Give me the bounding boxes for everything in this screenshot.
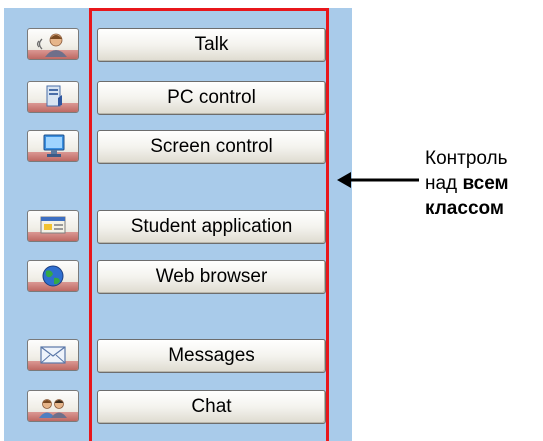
- web-browser-button-label: Web browser: [155, 266, 268, 287]
- pc-control-icon[interactable]: [27, 81, 79, 113]
- chat-button-label: Chat: [191, 396, 232, 417]
- annotation-line-2: над всем: [425, 171, 509, 196]
- annotation-line-2-bold: всем: [462, 173, 509, 194]
- talk-button[interactable]: Talk: [97, 28, 326, 62]
- annotation-line-2-prefix: над: [425, 173, 458, 194]
- annotation-line-3: классом: [425, 196, 509, 221]
- student-application-button-label: Student application: [130, 216, 293, 237]
- chat-button[interactable]: Chat: [97, 390, 326, 424]
- student-application-icon[interactable]: [27, 210, 79, 242]
- web-browser-button[interactable]: Web browser: [97, 260, 326, 294]
- messages-icon[interactable]: [27, 339, 79, 371]
- annotation-line-1: Контроль: [425, 148, 508, 169]
- student-application-button[interactable]: Student application: [97, 210, 326, 244]
- screen-control-icon[interactable]: [27, 130, 79, 162]
- pc-control-button-label: PC control: [167, 87, 256, 108]
- messages-button-label: Messages: [168, 345, 255, 366]
- screen-control-button[interactable]: Screen control: [97, 130, 326, 164]
- screenshot: Talk PC control Screen control Student a…: [0, 0, 543, 441]
- talk-icon[interactable]: [27, 28, 79, 60]
- messages-button[interactable]: Messages: [97, 339, 326, 373]
- pc-control-button[interactable]: PC control: [97, 81, 326, 115]
- arrow-left-icon: [337, 172, 419, 188]
- annotation: Контроль над всем классом: [425, 146, 509, 221]
- talk-button-label: Talk: [194, 34, 229, 55]
- chat-icon[interactable]: [27, 390, 79, 422]
- annotation-line-3-bold: классом: [425, 198, 504, 219]
- web-browser-icon[interactable]: [27, 260, 79, 292]
- screen-control-button-label: Screen control: [150, 136, 273, 157]
